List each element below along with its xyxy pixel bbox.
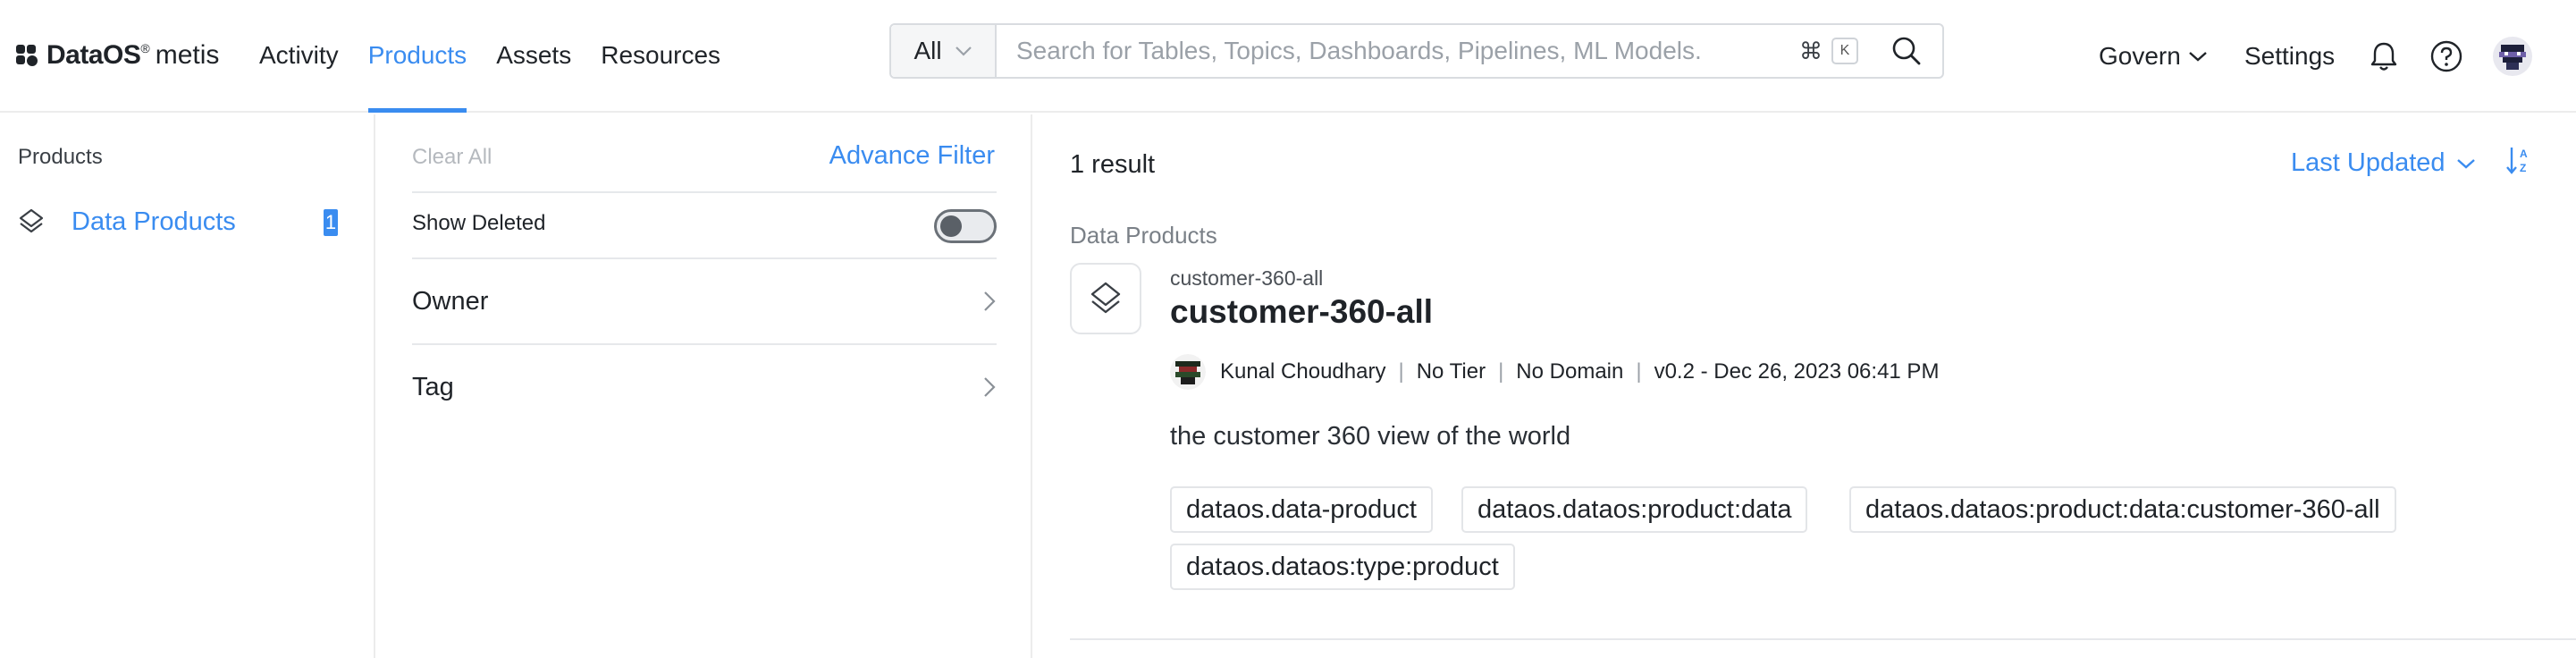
count-badge: 1 bbox=[324, 209, 338, 236]
help-button[interactable] bbox=[2429, 0, 2463, 113]
sort-alpha-icon: AZ bbox=[2506, 148, 2528, 174]
meta-separator: | bbox=[1636, 359, 1642, 384]
data-product-icon bbox=[1070, 263, 1141, 334]
notifications-button[interactable] bbox=[2369, 0, 2399, 113]
advance-filter-button[interactable]: Advance Filter bbox=[829, 141, 995, 171]
sidebar-heading: Products bbox=[18, 145, 103, 169]
chevron-right-icon bbox=[984, 377, 996, 397]
search-scope-select[interactable]: All bbox=[891, 25, 997, 77]
search-scope-value: All bbox=[913, 37, 942, 64]
meta-separator: | bbox=[1498, 359, 1504, 384]
owner-avatar[interactable] bbox=[1170, 354, 1206, 390]
tag-chip[interactable]: dataos.dataos:product:data:customer-360-… bbox=[1849, 486, 2396, 533]
search-shortcut: ⌘ K bbox=[1799, 25, 1858, 77]
nav-products[interactable]: Products bbox=[367, 0, 467, 113]
help-icon bbox=[2430, 40, 2462, 72]
top-header: DataOS ® metis Activity Products Assets R… bbox=[0, 0, 2576, 113]
sidebar-item-label: Data Products bbox=[72, 207, 236, 236]
divider bbox=[412, 343, 997, 345]
tag-chip[interactable]: dataos.data-product bbox=[1170, 486, 1433, 533]
sidebar-item-data-products[interactable]: Data Products 1 bbox=[16, 204, 338, 240]
show-deleted-toggle[interactable] bbox=[934, 209, 997, 243]
section-label: Data Products bbox=[1070, 222, 1217, 249]
user-avatar[interactable] bbox=[2492, 0, 2533, 113]
owner-avatar-image bbox=[1170, 354, 1206, 390]
tag-chip[interactable]: dataos.dataos:type:product bbox=[1170, 544, 1515, 590]
divider bbox=[1070, 638, 2576, 640]
search-button[interactable] bbox=[1883, 25, 1930, 77]
search-input[interactable] bbox=[997, 25, 1799, 77]
tag-filter-label: Tag bbox=[412, 372, 454, 401]
toggle-knob bbox=[940, 215, 962, 237]
bell-icon bbox=[2370, 42, 2397, 71]
govern-menu[interactable]: Govern bbox=[2099, 0, 2208, 113]
main-nav: Activity Products Assets Resources bbox=[259, 0, 750, 113]
result-description: the customer 360 view of the world bbox=[1170, 422, 1571, 451]
owner-filter-label: Owner bbox=[412, 286, 489, 316]
version-value: v0.2 - Dec 26, 2023 06:41 PM bbox=[1654, 359, 1940, 384]
global-search: All ⌘ K bbox=[889, 23, 1944, 79]
domain-value: No Domain bbox=[1516, 359, 1624, 384]
brand-name: DataOS bbox=[46, 40, 141, 70]
meta-separator: | bbox=[1398, 359, 1404, 384]
dataos-logo-icon bbox=[16, 45, 39, 66]
svg-text:A: A bbox=[2520, 148, 2528, 160]
k-key: K bbox=[1831, 38, 1858, 64]
dataos-metis-logo[interactable]: DataOS ® metis bbox=[16, 39, 219, 72]
tag-filter[interactable]: Tag bbox=[412, 369, 997, 405]
tag-chip[interactable]: dataos.dataos:product:data bbox=[1461, 486, 1808, 533]
owner-name[interactable]: Kunal Choudhary bbox=[1220, 359, 1385, 384]
registered-mark: ® bbox=[140, 41, 150, 55]
chevron-right-icon bbox=[984, 291, 996, 311]
chevron-down-icon bbox=[2456, 158, 2475, 169]
sort-direction-button[interactable]: AZ bbox=[2505, 145, 2532, 180]
sort-dropdown[interactable]: Last Updated bbox=[2291, 148, 2476, 178]
data-product-icon bbox=[19, 208, 44, 233]
brand-product: metis bbox=[155, 40, 220, 70]
result-title[interactable]: customer-360-all bbox=[1170, 293, 1433, 331]
sort-label: Last Updated bbox=[2291, 148, 2446, 177]
result-meta: Kunal Choudhary | No Tier | No Domain | … bbox=[1170, 354, 1939, 390]
results-panel: 1 result Last Updated AZ Data Products c… bbox=[1034, 114, 2576, 658]
command-key-icon: ⌘ bbox=[1799, 37, 1823, 64]
products-sidebar: Products Data Products 1 bbox=[0, 114, 375, 658]
settings-link[interactable]: Settings bbox=[2244, 0, 2335, 113]
nav-assets[interactable]: Assets bbox=[496, 0, 571, 113]
svg-text:Z: Z bbox=[2520, 162, 2526, 174]
divider bbox=[412, 257, 997, 259]
result-count: 1 result bbox=[1070, 150, 1156, 179]
clear-all-button[interactable]: Clear All bbox=[412, 145, 492, 170]
show-deleted-label: Show Deleted bbox=[412, 211, 546, 235]
chevron-down-icon bbox=[2189, 52, 2207, 62]
nav-activity[interactable]: Activity bbox=[259, 0, 339, 113]
govern-label: Govern bbox=[2099, 42, 2181, 70]
search-icon bbox=[1892, 37, 1921, 65]
result-fqn: customer-360-all bbox=[1170, 266, 1324, 290]
user-avatar-image bbox=[2493, 37, 2532, 76]
tier-value: No Tier bbox=[1416, 359, 1486, 384]
nav-resources[interactable]: Resources bbox=[601, 0, 720, 113]
chevron-down-icon bbox=[955, 46, 972, 56]
divider bbox=[412, 191, 997, 193]
filter-panel: Clear All Advance Filter Show Deleted Ow… bbox=[375, 114, 1032, 658]
owner-filter[interactable]: Owner bbox=[412, 283, 997, 319]
